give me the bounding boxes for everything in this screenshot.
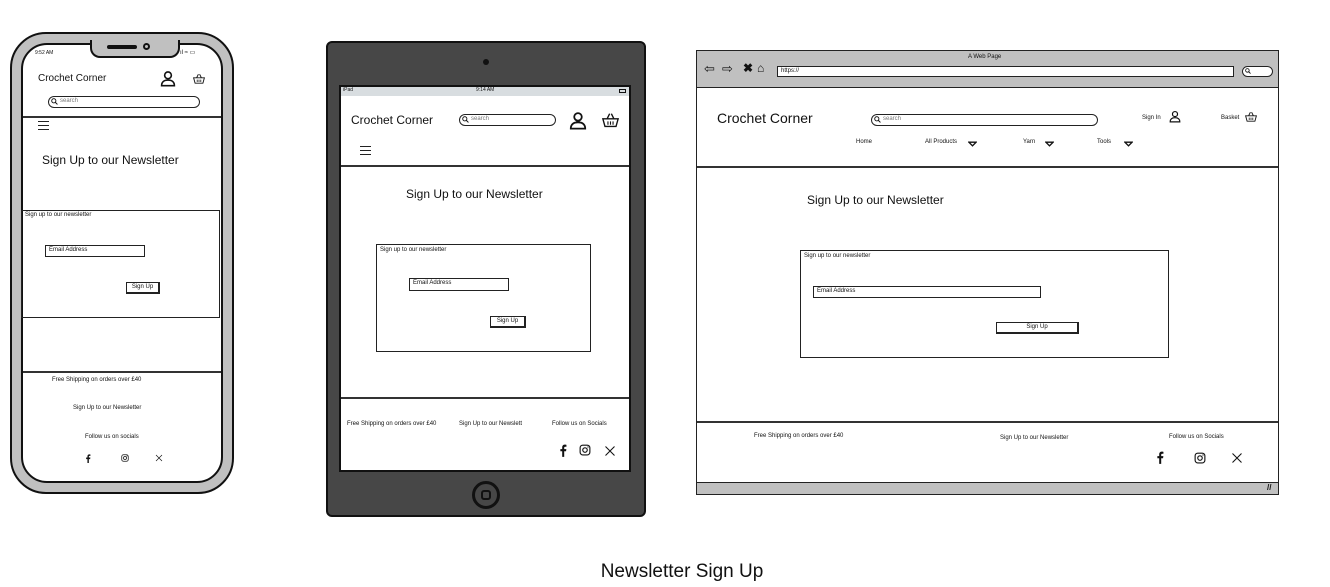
battery-icon (619, 89, 626, 93)
email-field[interactable]: Email Address (813, 286, 1041, 298)
footer-shipping: Free Shipping on orders over £40 (754, 433, 844, 439)
nav-all-products[interactable]: All Products (925, 139, 957, 145)
basket-link[interactable]: Basket (1221, 115, 1239, 121)
menu-icon[interactable] (38, 121, 49, 130)
search-icon (1245, 68, 1251, 74)
footer-shipping: Free Shipping on orders over £40 (347, 421, 437, 427)
user-icon[interactable] (160, 70, 176, 87)
search-input[interactable]: search (48, 96, 200, 108)
phone-speaker (107, 45, 137, 49)
instagram-icon[interactable] (121, 454, 129, 462)
home-icon[interactable]: ⌂ (757, 62, 764, 74)
user-icon[interactable] (569, 111, 587, 130)
footer-shipping: Free Shipping on orders over £40 (52, 377, 142, 383)
facebook-icon[interactable] (1156, 451, 1164, 464)
footer-socials: Follow us on Socials (1169, 434, 1224, 440)
instagram-icon[interactable] (579, 444, 591, 456)
x-icon[interactable] (1231, 452, 1243, 464)
search-icon (874, 116, 881, 123)
divider (697, 166, 1278, 168)
newsletter-form (21, 210, 220, 318)
divider (23, 371, 221, 373)
phone-notch (90, 40, 180, 58)
chevron-down-icon[interactable] (1045, 141, 1054, 147)
basket-icon[interactable] (1245, 111, 1257, 123)
brand-title: Crochet Corner (351, 113, 434, 127)
user-icon[interactable] (1169, 110, 1181, 123)
email-field[interactable]: Email Address (45, 245, 145, 257)
forward-icon[interactable]: ⇨ (722, 62, 733, 75)
search-input[interactable]: search (459, 114, 556, 126)
divider (341, 165, 629, 167)
diagram-caption: Newsletter Sign Up (600, 561, 764, 582)
menu-icon[interactable] (360, 146, 371, 155)
close-icon[interactable]: ✖ (743, 62, 753, 74)
basket-icon[interactable] (193, 73, 205, 85)
facebook-icon[interactable] (85, 454, 91, 463)
url-bar[interactable]: https:// (777, 66, 1234, 77)
home-button[interactable] (472, 481, 500, 509)
chevron-down-icon[interactable] (1124, 141, 1133, 147)
divider (23, 116, 221, 118)
chevron-down-icon[interactable] (968, 141, 977, 147)
status-icons: ıl ≈ ▭ (180, 50, 196, 56)
footer-newsletter-link[interactable]: Sign Up to our Newsletter (73, 405, 141, 411)
x-icon[interactable] (604, 445, 616, 457)
brand-title: Crochet Corner (38, 73, 107, 84)
browser-statusbar (697, 482, 1278, 494)
resize-handle-icon[interactable]: // (1267, 483, 1271, 492)
browser-search[interactable] (1242, 66, 1273, 77)
status-time: 9:14 AM (476, 87, 495, 93)
page-heading: Sign Up to our Newsletter (406, 187, 543, 201)
x-icon[interactable] (155, 454, 163, 462)
facebook-icon[interactable] (559, 444, 567, 457)
form-label: Sign up to our newsletter (380, 247, 447, 253)
instagram-icon[interactable] (1194, 452, 1206, 464)
newsletter-form (800, 250, 1169, 358)
search-icon (462, 116, 469, 123)
page-heading: Sign Up to our Newsletter (807, 193, 944, 207)
back-icon[interactable]: ⇦ (704, 62, 715, 75)
nav-tools[interactable]: Tools (1097, 139, 1111, 145)
brand-title: Crochet Corner (717, 110, 813, 126)
footer-socials: Follow us on socials (85, 434, 139, 440)
form-label: Sign up to our newsletter (804, 253, 871, 259)
footer-socials: Follow us on Socials (552, 421, 607, 427)
sign-up-button[interactable]: Sign Up (996, 322, 1079, 334)
nav-home[interactable]: Home (856, 139, 872, 145)
sign-up-button[interactable]: Sign Up (126, 282, 160, 294)
sign-up-button[interactable]: Sign Up (490, 316, 526, 328)
status-time: 9:52 AM (35, 50, 54, 56)
phone-camera (143, 43, 150, 50)
window-title: A Web Page (968, 54, 1002, 60)
footer-newsletter-link[interactable]: Sign Up to our Newslett (459, 421, 522, 427)
divider (697, 421, 1278, 423)
basket-icon[interactable] (602, 112, 619, 129)
tablet-camera (483, 59, 489, 65)
footer-newsletter-link[interactable]: Sign Up to our Newsletter (1000, 435, 1068, 441)
page-heading: Sign Up to our Newsletter (42, 153, 179, 167)
newsletter-form (376, 244, 591, 352)
search-icon (51, 98, 58, 105)
search-input[interactable]: search (871, 114, 1098, 126)
form-label: Sign up to our newsletter (25, 212, 92, 218)
status-carrier: iPad (343, 87, 354, 93)
sign-in-link[interactable]: Sign In (1142, 115, 1161, 121)
email-field[interactable]: Email Address (409, 278, 509, 291)
nav-yarn[interactable]: Yarn (1023, 139, 1035, 145)
divider (341, 397, 629, 399)
